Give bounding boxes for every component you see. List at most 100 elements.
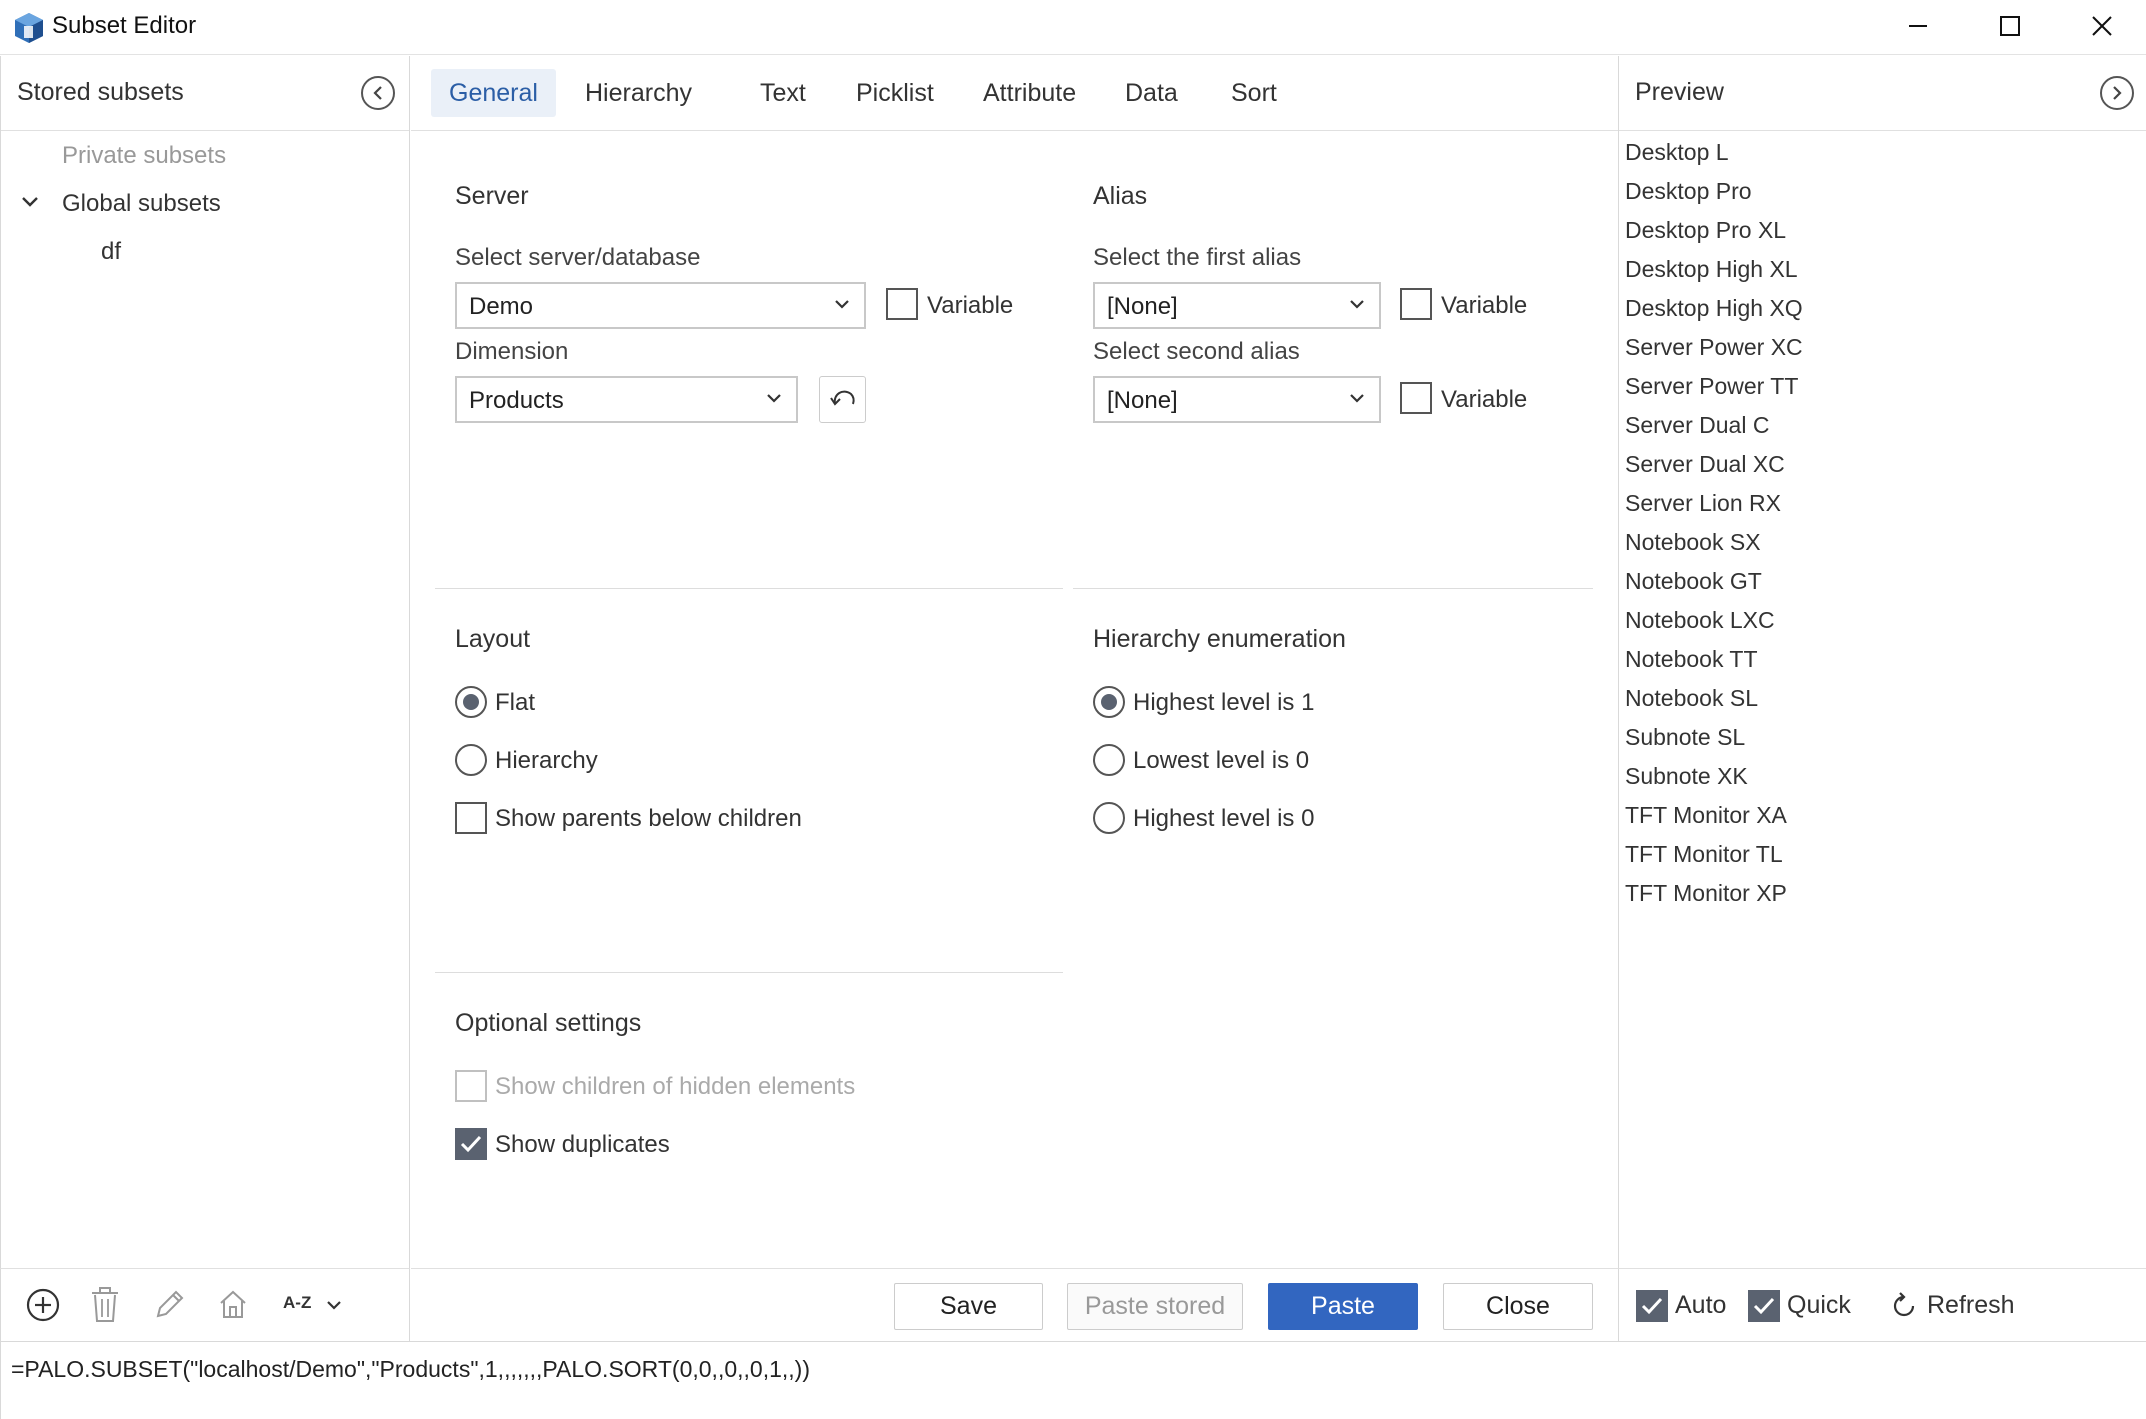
list-item: Desktop High XL: [1625, 256, 1798, 282]
edit-icon[interactable]: [154, 1288, 186, 1325]
layout-hierarchy-radio[interactable]: [455, 744, 487, 776]
quick-label: Quick: [1787, 1291, 1851, 1319]
preview-toolbar: Auto Quick Refresh: [1618, 1268, 2146, 1341]
first-alias-variable-checkbox[interactable]: [1400, 288, 1432, 320]
title-bar: Subset Editor: [0, 0, 2146, 55]
tab-hierarchy[interactable]: Hierarchy: [567, 69, 710, 117]
divider: [435, 972, 1063, 973]
lowest-level-0-radio[interactable]: [1093, 744, 1125, 776]
action-bar: Save Paste stored Paste Close: [411, 1268, 1618, 1341]
list-item: Notebook SL: [1625, 685, 1758, 711]
dimension-select[interactable]: Products: [455, 376, 798, 423]
tab-text[interactable]: Text: [742, 69, 824, 117]
quick-checkbox[interactable]: [1748, 1290, 1780, 1322]
second-alias-select[interactable]: [None]: [1093, 376, 1381, 423]
preview-panel: Preview Desktop L Desktop Pro Desktop Pr…: [1618, 56, 2146, 1268]
sort-chevron-down-icon[interactable]: [326, 1299, 342, 1317]
reset-dimension-button[interactable]: [819, 376, 866, 423]
refresh-button[interactable]: Refresh: [1927, 1291, 2015, 1320]
stored-subsets-header: Stored subsets: [1, 56, 409, 131]
tree-item-private-subsets[interactable]: Private subsets: [62, 142, 226, 170]
layout-section-title: Layout: [455, 625, 531, 653]
list-item: TFT Monitor XA: [1625, 802, 1787, 828]
tree-item-df[interactable]: df: [101, 238, 121, 266]
first-alias-select[interactable]: [None]: [1093, 282, 1381, 329]
show-children-hidden-label: Show children of hidden elements: [495, 1073, 856, 1100]
server-variable-label: Variable: [927, 292, 1014, 319]
refresh-icon[interactable]: [1889, 1291, 1919, 1326]
layout-flat-radio[interactable]: [455, 686, 487, 718]
alias-section-title: Alias: [1093, 182, 1148, 210]
list-item: TFT Monitor XP: [1625, 880, 1787, 906]
chevron-right-circle-icon[interactable]: [2100, 76, 2134, 110]
general-settings-panel: General Hierarchy Text Picklist Attribut…: [411, 56, 1618, 1268]
show-parents-checkbox[interactable]: [455, 802, 487, 834]
layout-hierarchy-label: Hierarchy: [495, 747, 598, 774]
list-item: Server Dual C: [1625, 412, 1770, 438]
delete-icon[interactable]: [90, 1287, 120, 1328]
formula-text[interactable]: =PALO.SUBSET("localhost/Demo","Products"…: [11, 1356, 810, 1383]
list-item: Server Dual XC: [1625, 451, 1785, 477]
highest-level-1-radio[interactable]: [1093, 686, 1125, 718]
stored-subsets-title: Stored subsets: [17, 78, 184, 106]
server-section-title: Server: [455, 182, 529, 210]
stored-subsets-panel: Stored subsets Private subsets Global su…: [0, 56, 410, 1268]
maximize-button[interactable]: [1964, 0, 2056, 52]
show-parents-label: Show parents below children: [495, 805, 802, 832]
chevron-left-circle-icon[interactable]: [361, 76, 395, 110]
server-variable-checkbox[interactable]: [886, 288, 918, 320]
chevron-down-icon: [834, 298, 850, 316]
save-button[interactable]: Save: [894, 1283, 1043, 1330]
list-item: Server Lion RX: [1625, 490, 1781, 516]
tab-picklist[interactable]: Picklist: [838, 69, 952, 117]
first-alias-value: [None]: [1107, 293, 1178, 320]
list-item: Desktop High XQ: [1625, 295, 1803, 321]
minimize-button[interactable]: [1872, 0, 1964, 52]
chevron-down-icon: [1349, 392, 1365, 410]
tab-attribute[interactable]: Attribute: [965, 69, 1094, 117]
list-item: Subnote XK: [1625, 763, 1748, 789]
highest-level-0-radio[interactable]: [1093, 802, 1125, 834]
add-icon[interactable]: [26, 1288, 60, 1327]
close-button[interactable]: Close: [1443, 1283, 1593, 1330]
tab-general[interactable]: General: [431, 69, 556, 117]
divider: [1073, 588, 1593, 589]
preview-title: Preview: [1635, 78, 1724, 106]
server-database-select[interactable]: Demo: [455, 282, 866, 329]
preview-header: Preview: [1619, 56, 2146, 131]
divider: [435, 588, 1063, 589]
list-item: Subnote SL: [1625, 724, 1746, 750]
second-alias-value: [None]: [1107, 387, 1178, 414]
paste-button[interactable]: Paste: [1268, 1283, 1418, 1330]
cube-app-icon: [14, 12, 44, 44]
select-server-label: Select server/database: [455, 244, 701, 271]
auto-label: Auto: [1675, 1291, 1727, 1319]
highest-level-1-label: Highest level is 1: [1133, 689, 1315, 716]
second-alias-label: Select second alias: [1093, 338, 1300, 365]
lowest-level-0-label: Lowest level is 0: [1133, 747, 1310, 774]
list-item: Desktop Pro XL: [1625, 217, 1787, 243]
second-alias-variable-checkbox[interactable]: [1400, 382, 1432, 414]
tab-sort[interactable]: Sort: [1213, 69, 1295, 117]
tab-data[interactable]: Data: [1107, 69, 1196, 117]
second-alias-variable-label: Variable: [1441, 386, 1528, 413]
optional-settings-title: Optional settings: [455, 1009, 642, 1037]
dimension-label: Dimension: [455, 338, 569, 365]
server-database-value: Demo: [469, 293, 534, 320]
tree-item-global-subsets[interactable]: Global subsets: [62, 190, 221, 218]
chevron-down-icon: [766, 392, 782, 410]
chevron-down-icon[interactable]: [21, 195, 39, 214]
list-item: Desktop L: [1625, 139, 1729, 165]
highest-level-0-label: Highest level is 0: [1133, 805, 1315, 832]
subset-toolbar: A-Z: [0, 1268, 410, 1341]
home-icon[interactable]: [217, 1288, 249, 1325]
first-alias-label: Select the first alias: [1093, 244, 1302, 271]
list-item: Notebook SX: [1625, 529, 1761, 555]
sort-az-label[interactable]: A-Z: [283, 1293, 311, 1313]
paste-stored-button[interactable]: Paste stored: [1067, 1283, 1243, 1330]
close-window-button[interactable]: [2056, 0, 2146, 52]
show-children-hidden-checkbox[interactable]: [455, 1070, 487, 1102]
auto-checkbox[interactable]: [1636, 1290, 1668, 1322]
show-duplicates-checkbox[interactable]: [455, 1128, 487, 1160]
list-item: Notebook LXC: [1625, 607, 1775, 633]
